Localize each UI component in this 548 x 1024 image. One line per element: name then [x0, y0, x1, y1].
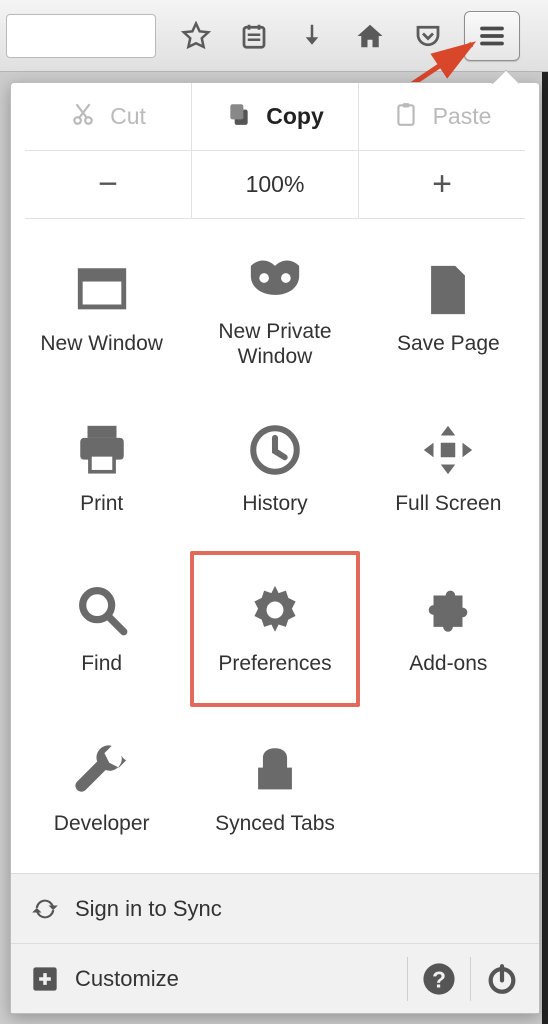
gear-icon — [246, 581, 304, 639]
save-page-label: Save Page — [397, 331, 500, 356]
minus-icon: − — [98, 165, 118, 204]
bookmark-star-button[interactable] — [170, 10, 222, 62]
background-edge — [542, 72, 548, 1024]
page-icon — [419, 261, 477, 319]
sign-in-sync-row[interactable]: Sign in to Sync — [11, 873, 539, 943]
fullscreen-item[interactable]: Full Screen — [362, 389, 535, 549]
zoom-in-button[interactable]: + — [359, 151, 525, 218]
menu-button[interactable] — [464, 11, 520, 61]
wrench-icon — [73, 741, 131, 799]
paste-icon — [393, 101, 419, 133]
copy-label: Copy — [266, 103, 324, 130]
cut-label: Cut — [110, 103, 146, 130]
sync-label: Sign in to Sync — [75, 896, 222, 922]
fullscreen-icon — [419, 421, 477, 479]
clock-icon — [246, 421, 304, 479]
svg-text:?: ? — [432, 966, 446, 992]
empty-slot — [362, 709, 535, 869]
puzzle-icon — [419, 581, 477, 639]
developer-item[interactable]: Developer — [15, 709, 188, 869]
help-button[interactable]: ? — [422, 962, 456, 996]
footer-separator-2 — [470, 957, 471, 1001]
pocket-button[interactable] — [402, 10, 454, 62]
url-input[interactable] — [6, 14, 156, 58]
synced-tabs-icon — [246, 741, 304, 799]
print-item[interactable]: Print — [15, 389, 188, 549]
panel-pointer — [491, 70, 519, 84]
hamburger-menu-panel: Cut Copy Paste − 100% + — [10, 82, 540, 1014]
synced-tabs-label: Synced Tabs — [215, 811, 335, 836]
preferences-label: Preferences — [218, 651, 331, 676]
mask-icon — [246, 249, 304, 307]
new-private-window-item[interactable]: New Private Window — [188, 229, 361, 389]
history-label: History — [242, 491, 307, 516]
plus-box-icon — [31, 965, 59, 993]
addons-item[interactable]: Add-ons — [362, 549, 535, 709]
zoom-level-display[interactable]: 100% — [192, 151, 359, 218]
footer-separator-1 — [407, 957, 408, 1001]
edit-row: Cut Copy Paste — [25, 83, 525, 151]
find-label: Find — [81, 651, 122, 676]
history-item[interactable]: History — [188, 389, 361, 549]
downloads-button[interactable] — [286, 10, 338, 62]
zoom-row: − 100% + — [25, 151, 525, 219]
reading-list-button[interactable] — [228, 10, 280, 62]
preferences-item[interactable]: Preferences — [188, 549, 361, 709]
copy-button[interactable]: Copy — [192, 83, 359, 150]
zoom-out-button[interactable]: − — [25, 151, 192, 218]
quit-button[interactable] — [485, 962, 519, 996]
browser-toolbar — [0, 0, 548, 72]
customize-row: Customize ? — [11, 943, 539, 1013]
copy-icon — [226, 101, 252, 133]
cut-icon — [70, 101, 96, 133]
plus-icon: + — [432, 165, 452, 204]
customize-button[interactable]: Customize — [75, 966, 179, 992]
sync-icon — [31, 895, 59, 923]
paste-label: Paste — [433, 103, 492, 130]
save-page-item[interactable]: Save Page — [362, 229, 535, 389]
developer-label: Developer — [54, 811, 150, 836]
new-private-label: New Private Window — [192, 319, 357, 369]
print-label: Print — [80, 491, 123, 516]
paste-button[interactable]: Paste — [359, 83, 525, 150]
zoom-level-text: 100% — [246, 171, 305, 198]
window-icon — [73, 261, 131, 319]
fullscreen-label: Full Screen — [395, 491, 501, 516]
printer-icon — [73, 421, 131, 479]
addons-label: Add-ons — [409, 651, 487, 676]
menu-grid: New Window New Private Window Save Page … — [11, 219, 539, 873]
find-item[interactable]: Find — [15, 549, 188, 709]
home-button[interactable] — [344, 10, 396, 62]
new-window-label: New Window — [40, 331, 163, 356]
synced-tabs-item[interactable]: Synced Tabs — [188, 709, 361, 869]
new-window-item[interactable]: New Window — [15, 229, 188, 389]
search-icon — [73, 581, 131, 639]
cut-button[interactable]: Cut — [25, 83, 192, 150]
